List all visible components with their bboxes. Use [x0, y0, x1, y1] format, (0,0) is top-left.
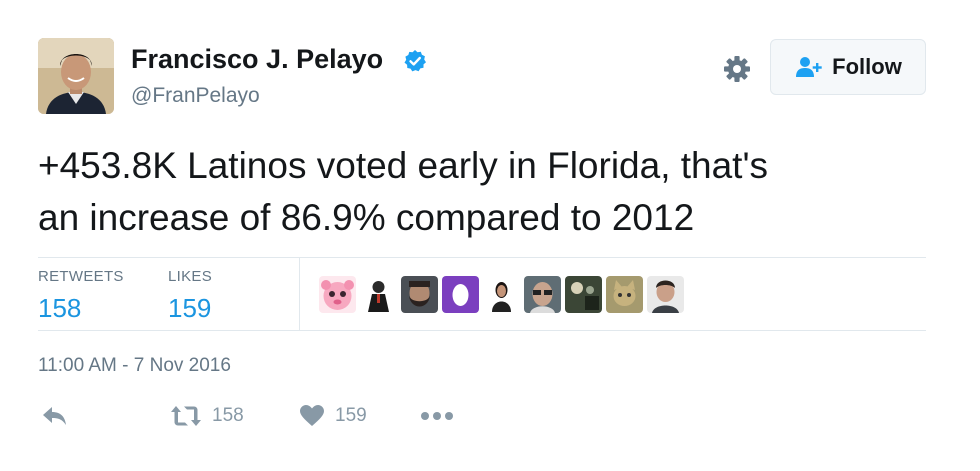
man-icon	[647, 276, 684, 313]
liker-avatar-7[interactable]	[565, 276, 602, 313]
user-avatar[interactable]	[38, 38, 114, 114]
more-icon	[421, 412, 453, 420]
liker-avatar-9[interactable]	[647, 276, 684, 313]
retweet-count: 158	[212, 405, 244, 426]
tweet-text: +453.8K Latinos voted early in Florida, …	[38, 140, 938, 244]
stats-divider	[299, 258, 300, 330]
like-count: 159	[335, 405, 367, 426]
liker-avatar-4[interactable]	[442, 276, 479, 313]
verified-badge-icon	[404, 50, 426, 72]
cat-icon	[606, 276, 643, 313]
heart-icon	[300, 405, 324, 426]
reply-icon	[43, 407, 66, 425]
retweets-count[interactable]: 158	[38, 293, 124, 324]
likers-list	[319, 276, 684, 313]
liker-avatar-3[interactable]	[401, 276, 438, 313]
woman-icon	[483, 276, 520, 313]
tweet-timestamp[interactable]: 11:00 AM - 7 Nov 2016	[38, 355, 231, 377]
more-button[interactable]	[420, 411, 454, 421]
retweets-stat[interactable]: RETWEETS 158	[38, 268, 124, 324]
gear-icon[interactable]	[722, 54, 752, 84]
retweet-button[interactable]: 158	[170, 404, 244, 428]
bearded-man-icon	[401, 276, 438, 313]
tweet-text-line-1: +453.8K Latinos voted early in Florida, …	[38, 145, 769, 186]
likes-label: LIKES	[168, 268, 213, 285]
user-handle[interactable]: @FranPelayo	[131, 84, 260, 108]
divider-top	[38, 257, 926, 258]
scene-icon	[565, 276, 602, 313]
liker-avatar-5[interactable]	[483, 276, 520, 313]
follow-button-label: Follow	[832, 54, 902, 79]
tweet-text-line-2: an increase of 86.9% compared to 2012	[38, 197, 695, 238]
liker-avatar-8[interactable]	[606, 276, 643, 313]
follow-button[interactable]: Follow	[770, 39, 926, 95]
reply-button[interactable]	[42, 404, 68, 428]
likes-count[interactable]: 159	[168, 293, 212, 324]
user-name[interactable]: Francisco J. Pelayo	[131, 44, 383, 75]
like-button[interactable]: 159	[299, 404, 367, 428]
likes-stat[interactable]: LIKES 159	[168, 268, 212, 324]
man-glasses-icon	[524, 276, 561, 313]
egg-icon	[442, 276, 479, 313]
pink-character-icon	[319, 276, 356, 313]
retweet-icon	[171, 406, 201, 426]
divider-bottom	[38, 330, 926, 331]
person-dark-icon	[360, 276, 397, 313]
liker-avatar-1[interactable]	[319, 276, 356, 313]
liker-avatar-2[interactable]	[360, 276, 397, 313]
add-user-icon	[796, 57, 822, 77]
retweets-label: RETWEETS	[38, 268, 124, 285]
liker-avatar-6[interactable]	[524, 276, 561, 313]
